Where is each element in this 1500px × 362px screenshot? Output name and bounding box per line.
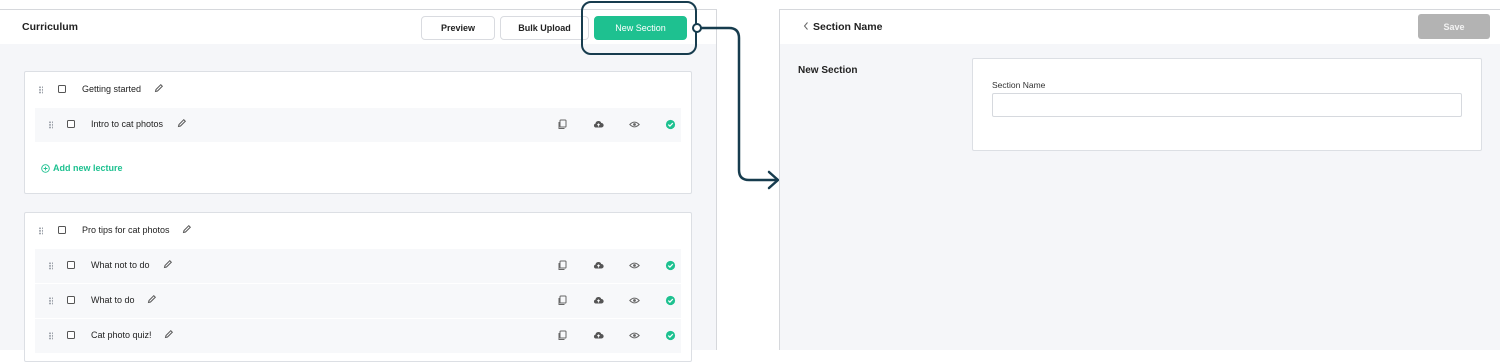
lecture-title: Cat photo quiz! [91,330,152,340]
page-title: Curriculum [22,21,79,33]
lecture-checkbox[interactable] [67,261,75,269]
save-button[interactable]: Save [1418,14,1490,39]
chevron-left-icon[interactable] [802,21,810,31]
lecture-checkbox[interactable] [67,331,75,339]
drag-handle-icon[interactable] [49,262,54,270]
cloud-upload-icon[interactable] [593,119,604,130]
cloud-upload-icon[interactable] [593,295,604,306]
cloud-upload-icon[interactable] [593,330,604,341]
eye-icon[interactable] [629,330,640,341]
section-card: Pro tips for cat photos What not to do W… [24,212,692,362]
copy-icon[interactable] [557,295,568,306]
new-section-highlight [581,1,697,55]
curriculum-panel: Curriculum Preview Bulk Upload New Secti… [0,9,717,362]
lecture-row: Intro to cat photos [35,108,681,142]
pencil-icon[interactable] [164,329,174,339]
lecture-row: Cat photo quiz! [35,319,681,353]
section-name-label: Section Name [992,80,1046,90]
section-row: Getting started [25,73,691,107]
copy-icon[interactable] [557,119,568,130]
pencil-icon[interactable] [163,259,173,269]
add-lecture-link[interactable]: Add new lecture [41,163,123,173]
drag-handle-icon[interactable] [39,86,44,94]
section-heading: New Section [798,65,858,76]
section-editor-header: Section Name Save [780,10,1500,44]
pencil-icon[interactable] [154,83,164,93]
published-check-icon[interactable] [665,295,676,306]
lecture-title: Intro to cat photos [91,119,164,129]
lecture-title: What to do [91,295,135,305]
published-check-icon[interactable] [665,119,676,130]
drag-handle-icon[interactable] [39,227,44,235]
drag-handle-icon[interactable] [49,297,54,305]
add-lecture-label: Add new lecture [53,163,123,173]
drag-handle-icon[interactable] [49,332,54,340]
section-card: Getting started Intro to cat photos Add … [24,71,692,194]
pencil-icon[interactable] [177,118,187,128]
preview-button[interactable]: Preview [421,16,495,40]
eye-icon[interactable] [629,119,640,130]
drag-handle-icon[interactable] [49,121,54,129]
bulk-upload-button[interactable]: Bulk Upload [500,16,589,40]
section-row: Pro tips for cat photos [25,214,691,248]
section-title: Pro tips for cat photos [82,225,170,235]
add-circle-icon [41,163,50,173]
copy-icon[interactable] [557,260,568,271]
section-form-card: Section Name [972,58,1482,151]
pencil-icon[interactable] [182,224,192,234]
lecture-row: What to do [35,284,681,318]
section-checkbox[interactable] [58,85,66,93]
cloud-upload-icon[interactable] [593,260,604,271]
eye-icon[interactable] [629,260,640,271]
pencil-icon[interactable] [147,294,157,304]
lecture-title: What not to do [91,260,150,270]
section-title: Getting started [82,84,142,94]
published-check-icon[interactable] [665,330,676,341]
lecture-checkbox[interactable] [67,120,75,128]
section-editor-panel: Section Name Save New Section Section Na… [779,9,1500,350]
section-name-input[interactable] [992,93,1462,117]
eye-icon[interactable] [629,295,640,306]
copy-icon[interactable] [557,330,568,341]
published-check-icon[interactable] [665,260,676,271]
lecture-checkbox[interactable] [67,296,75,304]
lecture-row: What not to do [35,249,681,283]
section-editor-title: Section Name [813,21,883,33]
section-checkbox[interactable] [58,226,66,234]
